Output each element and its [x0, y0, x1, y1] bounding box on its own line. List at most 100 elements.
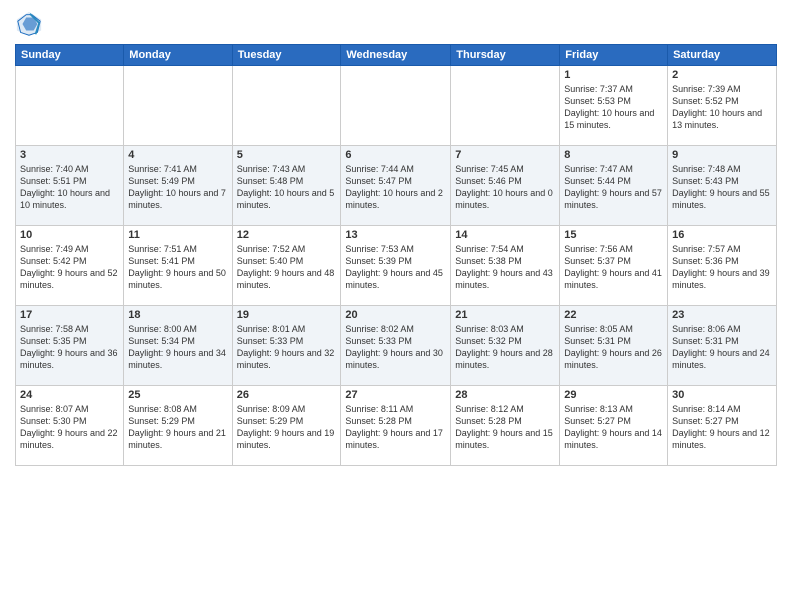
day-number: 19 — [237, 309, 337, 321]
calendar-cell: 17 Sunrise: 7:58 AMSunset: 5:35 PMDayligh… — [16, 306, 124, 386]
day-number: 6 — [345, 149, 446, 161]
calendar-cell — [16, 66, 124, 146]
day-number: 16 — [672, 229, 772, 241]
weekday-header: Thursday — [451, 45, 560, 66]
calendar-cell: 25 Sunrise: 8:08 AMSunset: 5:29 PMDayligh… — [124, 386, 232, 466]
calendar-table: SundayMondayTuesdayWednesdayThursdayFrid… — [15, 44, 777, 466]
calendar-week-row: 24 Sunrise: 8:07 AMSunset: 5:30 PMDayligh… — [16, 386, 777, 466]
day-info: Sunrise: 8:08 AMSunset: 5:29 PMDaylight:… — [128, 403, 227, 452]
day-info: Sunrise: 8:11 AMSunset: 5:28 PMDaylight:… — [345, 403, 446, 452]
day-number: 27 — [345, 389, 446, 401]
weekday-header: Wednesday — [341, 45, 451, 66]
page: SundayMondayTuesdayWednesdayThursdayFrid… — [0, 0, 792, 612]
day-info: Sunrise: 7:47 AMSunset: 5:44 PMDaylight:… — [564, 163, 663, 212]
calendar-cell: 20 Sunrise: 8:02 AMSunset: 5:33 PMDayligh… — [341, 306, 451, 386]
calendar-cell: 2Sunrise: 7:39 AMSunset: 5:52 PMDaylight… — [668, 66, 777, 146]
day-info: Sunrise: 8:12 AMSunset: 5:28 PMDaylight:… — [455, 403, 555, 452]
calendar-cell: 27 Sunrise: 8:11 AMSunset: 5:28 PMDayligh… — [341, 386, 451, 466]
calendar-week-row: 3 Sunrise: 7:40 AMSunset: 5:51 PMDaylight… — [16, 146, 777, 226]
calendar-cell: 15 Sunrise: 7:56 AMSunset: 5:37 PMDayligh… — [560, 226, 668, 306]
day-number: 25 — [128, 389, 227, 401]
weekday-header: Sunday — [16, 45, 124, 66]
weekday-header: Friday — [560, 45, 668, 66]
day-number: 1 — [564, 69, 663, 81]
day-info: Sunrise: 7:58 AMSunset: 5:35 PMDaylight:… — [20, 323, 119, 372]
day-number: 13 — [345, 229, 446, 241]
day-number: 2 — [672, 69, 772, 81]
weekday-header: Saturday — [668, 45, 777, 66]
calendar-cell: 24 Sunrise: 8:07 AMSunset: 5:30 PMDayligh… — [16, 386, 124, 466]
day-info: Sunrise: 8:03 AMSunset: 5:32 PMDaylight:… — [455, 323, 555, 372]
day-info: Sunrise: 7:57 AMSunset: 5:36 PMDaylight:… — [672, 243, 772, 292]
day-number: 20 — [345, 309, 446, 321]
day-info: Sunrise: 7:40 AMSunset: 5:51 PMDaylight:… — [20, 163, 119, 212]
day-info: Sunrise: 7:37 AMSunset: 5:53 PMDaylight:… — [564, 83, 663, 132]
day-info: Sunrise: 8:05 AMSunset: 5:31 PMDaylight:… — [564, 323, 663, 372]
day-number: 24 — [20, 389, 119, 401]
calendar-cell: 21 Sunrise: 8:03 AMSunset: 5:32 PMDayligh… — [451, 306, 560, 386]
day-info: Sunrise: 7:51 AMSunset: 5:41 PMDaylight:… — [128, 243, 227, 292]
calendar-cell: 7Sunrise: 7:45 AMSunset: 5:46 PMDaylight… — [451, 146, 560, 226]
calendar-cell: 6Sunrise: 7:44 AMSunset: 5:47 PMDaylight… — [341, 146, 451, 226]
day-number: 14 — [455, 229, 555, 241]
day-info: Sunrise: 8:09 AMSunset: 5:29 PMDaylight:… — [237, 403, 337, 452]
day-number: 17 — [20, 309, 119, 321]
day-number: 29 — [564, 389, 663, 401]
calendar-cell: 3 Sunrise: 7:40 AMSunset: 5:51 PMDaylight… — [16, 146, 124, 226]
day-number: 18 — [128, 309, 227, 321]
day-info: Sunrise: 8:14 AMSunset: 5:27 PMDaylight:… — [672, 403, 772, 452]
day-number: 30 — [672, 389, 772, 401]
calendar-week-row: 17 Sunrise: 7:58 AMSunset: 5:35 PMDayligh… — [16, 306, 777, 386]
calendar-cell: 19 Sunrise: 8:01 AMSunset: 5:33 PMDayligh… — [232, 306, 341, 386]
calendar-cell: 22 Sunrise: 8:05 AMSunset: 5:31 PMDayligh… — [560, 306, 668, 386]
day-info: Sunrise: 8:07 AMSunset: 5:30 PMDaylight:… — [20, 403, 119, 452]
day-info: Sunrise: 7:54 AMSunset: 5:38 PMDaylight:… — [455, 243, 555, 292]
day-number: 28 — [455, 389, 555, 401]
day-info: Sunrise: 8:00 AMSunset: 5:34 PMDaylight:… — [128, 323, 227, 372]
day-info: Sunrise: 8:06 AMSunset: 5:31 PMDaylight:… — [672, 323, 772, 372]
day-number: 8 — [564, 149, 663, 161]
day-info: Sunrise: 8:01 AMSunset: 5:33 PMDaylight:… — [237, 323, 337, 372]
calendar-cell: 14 Sunrise: 7:54 AMSunset: 5:38 PMDayligh… — [451, 226, 560, 306]
day-info: Sunrise: 7:52 AMSunset: 5:40 PMDaylight:… — [237, 243, 337, 292]
header — [15, 10, 777, 38]
calendar-cell — [124, 66, 232, 146]
weekday-header-row: SundayMondayTuesdayWednesdayThursdayFrid… — [16, 45, 777, 66]
calendar-cell: 26 Sunrise: 8:09 AMSunset: 5:29 PMDayligh… — [232, 386, 341, 466]
day-number: 22 — [564, 309, 663, 321]
day-info: Sunrise: 7:53 AMSunset: 5:39 PMDaylight:… — [345, 243, 446, 292]
calendar-cell: 16 Sunrise: 7:57 AMSunset: 5:36 PMDayligh… — [668, 226, 777, 306]
calendar-cell: 5Sunrise: 7:43 AMSunset: 5:48 PMDaylight… — [232, 146, 341, 226]
calendar-week-row: 1 Sunrise: 7:37 AMSunset: 5:53 PMDaylight… — [16, 66, 777, 146]
calendar-cell: 29 Sunrise: 8:13 AMSunset: 5:27 PMDayligh… — [560, 386, 668, 466]
weekday-header: Tuesday — [232, 45, 341, 66]
day-info: Sunrise: 7:56 AMSunset: 5:37 PMDaylight:… — [564, 243, 663, 292]
calendar-cell: 8 Sunrise: 7:47 AMSunset: 5:44 PMDaylight… — [560, 146, 668, 226]
day-info: Sunrise: 7:49 AMSunset: 5:42 PMDaylight:… — [20, 243, 119, 292]
day-number: 3 — [20, 149, 119, 161]
day-info: Sunrise: 7:45 AMSunset: 5:46 PMDaylight:… — [455, 163, 555, 212]
calendar-week-row: 10Sunrise: 7:49 AMSunset: 5:42 PMDayligh… — [16, 226, 777, 306]
day-info: Sunrise: 7:43 AMSunset: 5:48 PMDaylight:… — [237, 163, 337, 212]
logo-icon — [15, 10, 43, 38]
calendar-cell: 13 Sunrise: 7:53 AMSunset: 5:39 PMDayligh… — [341, 226, 451, 306]
day-number: 11 — [128, 229, 227, 241]
day-info: Sunrise: 7:41 AMSunset: 5:49 PMDaylight:… — [128, 163, 227, 212]
weekday-header: Monday — [124, 45, 232, 66]
calendar-cell: 9Sunrise: 7:48 AMSunset: 5:43 PMDaylight… — [668, 146, 777, 226]
day-number: 9 — [672, 149, 772, 161]
day-number: 21 — [455, 309, 555, 321]
calendar-cell: 28 Sunrise: 8:12 AMSunset: 5:28 PMDayligh… — [451, 386, 560, 466]
day-number: 15 — [564, 229, 663, 241]
day-number: 12 — [237, 229, 337, 241]
calendar-cell: 1 Sunrise: 7:37 AMSunset: 5:53 PMDaylight… — [560, 66, 668, 146]
day-info: Sunrise: 8:13 AMSunset: 5:27 PMDaylight:… — [564, 403, 663, 452]
day-number: 26 — [237, 389, 337, 401]
calendar-cell: 18 Sunrise: 8:00 AMSunset: 5:34 PMDayligh… — [124, 306, 232, 386]
day-number: 23 — [672, 309, 772, 321]
calendar-cell — [451, 66, 560, 146]
calendar-cell: 4Sunrise: 7:41 AMSunset: 5:49 PMDaylight… — [124, 146, 232, 226]
calendar-cell: 12 Sunrise: 7:52 AMSunset: 5:40 PMDayligh… — [232, 226, 341, 306]
calendar-cell: 10Sunrise: 7:49 AMSunset: 5:42 PMDayligh… — [16, 226, 124, 306]
day-info: Sunrise: 8:02 AMSunset: 5:33 PMDaylight:… — [345, 323, 446, 372]
